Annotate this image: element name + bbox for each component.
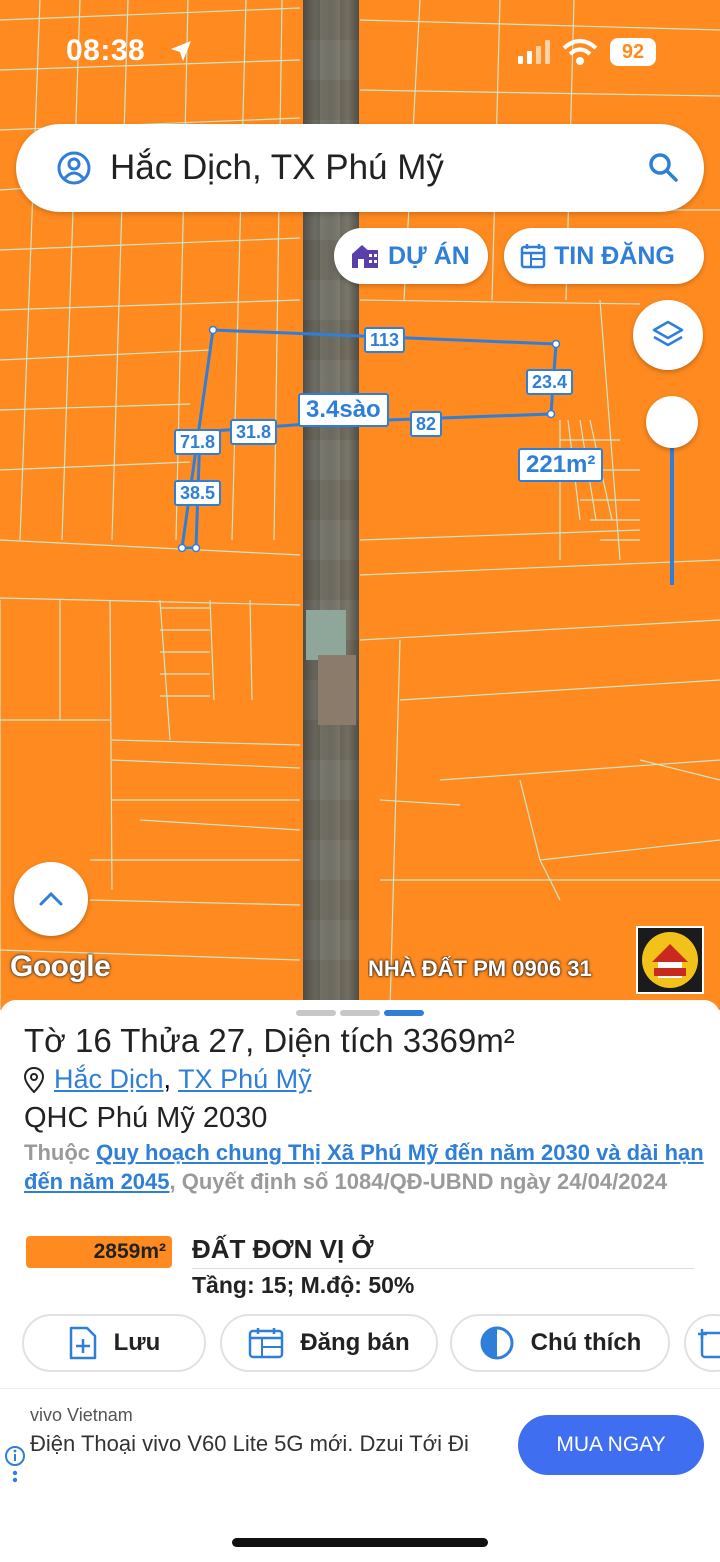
wifi-icon: [562, 39, 598, 65]
legend-label: Chú thích: [530, 1329, 642, 1356]
projects-button[interactable]: DỰ ÁN: [334, 228, 488, 284]
legend-button[interactable]: Chú thích: [450, 1314, 670, 1372]
status-bar: 08:38 92: [0, 0, 720, 100]
town-link[interactable]: TX Phú Mỹ: [178, 1064, 312, 1094]
measure-mid-right: 82: [410, 411, 443, 437]
status-time: 08:38: [66, 34, 146, 67]
opacity-slider-track[interactable]: [670, 430, 674, 585]
listings-button[interactable]: TIN ĐĂNG: [504, 228, 704, 284]
contrast-icon: [480, 1326, 514, 1360]
cellular-signal-icon: [518, 40, 550, 64]
search-bar[interactable]: Hắc Dịch, TX Phú Mỹ: [16, 124, 704, 212]
account-icon[interactable]: [56, 150, 92, 186]
location-pin-icon: [24, 1066, 44, 1093]
opacity-slider-handle[interactable]: [646, 396, 698, 448]
chevron-up-icon: [39, 891, 63, 906]
listing-calendar-icon: [249, 1328, 284, 1359]
ad-cta-button[interactable]: MUA NGAY: [518, 1415, 704, 1475]
measure-mid-left: 31.8: [230, 419, 278, 445]
commune-link[interactable]: Hắc Dịch: [54, 1064, 164, 1094]
land-type: ĐẤT ĐƠN VỊ Ở: [192, 1234, 374, 1264]
plan-desc-suffix: , Quyết định số 1084/QĐ-UBND ngày 24/04/…: [169, 1169, 668, 1194]
add-calendar-icon: [698, 1329, 720, 1359]
add-document-icon: [69, 1326, 96, 1360]
building-icon: [352, 245, 378, 268]
search-query[interactable]: Hắc Dịch, TX Phú Mỹ: [110, 148, 444, 188]
ad-advertiser: vivo Vietnam: [30, 1405, 133, 1425]
location-separator: ,: [163, 1064, 172, 1094]
post-sell-label: Đăng bán: [300, 1329, 410, 1356]
plan-desc-prefix: Thuộc: [24, 1140, 97, 1165]
measure-right-edge: 23.4: [526, 369, 574, 395]
measure-top-edge: 113: [364, 327, 406, 353]
battery-indicator: 92: [610, 38, 656, 66]
land-detail: Tầng: 15; M.độ: 50%: [192, 1272, 415, 1298]
projects-label: DỰ ÁN: [388, 241, 470, 270]
divider: [192, 1268, 694, 1269]
plan-name: QHC Phú Mỹ 2030: [24, 1102, 268, 1134]
land-plan-map[interactable]: 113 23.4 3.4sào 31.8 82 71.8 38.5 221m² …: [0, 0, 720, 1010]
sheet-page-indicator[interactable]: [296, 1010, 424, 1016]
expand-up-button[interactable]: [14, 862, 88, 936]
save-button[interactable]: Lưu: [22, 1314, 206, 1372]
parcel-location: Hắc Dịch, TX Phú Mỹ: [24, 1064, 312, 1095]
more-actions-button[interactable]: [684, 1314, 720, 1372]
measure-left-lower: 38.5: [174, 480, 222, 506]
ad-text[interactable]: Điện Thoại vivo V60 Lite 5G mới. Dzui Tớ…: [30, 1429, 480, 1458]
measure-small-area: 221m²: [518, 448, 604, 482]
ad-info-icon[interactable]: [4, 1445, 26, 1487]
watermark-text: NHÀ ĐẤT PM 0906 31: [368, 956, 592, 981]
layers-icon: [652, 320, 684, 347]
measure-area: 3.4sào: [298, 393, 389, 427]
save-label: Lưu: [113, 1329, 161, 1356]
measure-left-upper: 71.8: [174, 429, 222, 455]
listing-calendar-icon: [520, 244, 546, 269]
land-area-badge: 2859m²: [26, 1236, 172, 1268]
location-arrow-icon: [171, 41, 191, 61]
layers-button[interactable]: [633, 300, 703, 370]
search-icon[interactable]: [646, 150, 680, 184]
listings-label: TIN ĐĂNG: [554, 241, 675, 270]
home-indicator[interactable]: [232, 1538, 488, 1547]
parcel-title: Tờ 16 Thửa 27, Diện tích 3369m²: [24, 1022, 515, 1059]
pmh-logo: [636, 926, 704, 994]
parcel-info-sheet: Tờ 16 Thửa 27, Diện tích 3369m² Hắc Dịch…: [0, 1000, 720, 1390]
post-sell-button[interactable]: Đăng bán: [220, 1314, 438, 1372]
ad-banner[interactable]: vivo Vietnam Điện Thoại vivo V60 Lite 5G…: [0, 1388, 720, 1498]
plan-description: Thuộc Quy hoạch chung Thị Xã Phú Mỹ đến …: [24, 1138, 704, 1196]
google-logo: Google: [10, 950, 111, 983]
